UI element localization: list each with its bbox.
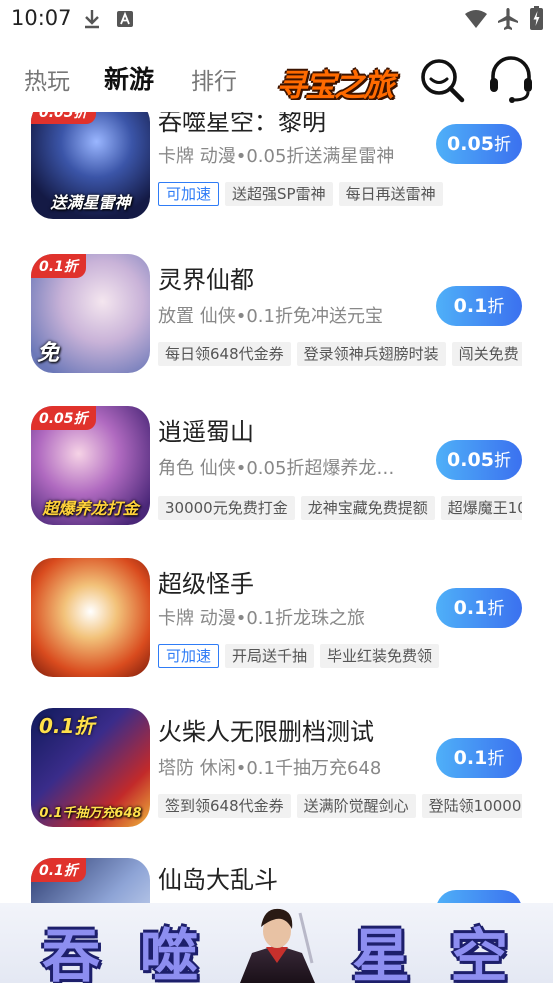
- game-title[interactable]: 仙岛大乱斗: [158, 860, 278, 895]
- discount-button[interactable]: 0.1折: [436, 738, 522, 778]
- discount-button[interactable]: 0.05折: [436, 440, 522, 480]
- discount-value: 0.1: [453, 747, 488, 769]
- battery-charging-icon: [530, 6, 543, 30]
- discount-value: 0.05: [447, 449, 494, 471]
- game-tag: 签到领648代金券: [158, 794, 291, 818]
- game-tag: 每日再送雷神: [338, 182, 443, 206]
- game-description: 卡牌 动漫•0.1折龙珠之旅: [158, 608, 365, 629]
- top-nav: 热玩 新游 排行 寻宝之旅: [0, 44, 553, 112]
- new-games-list[interactable]: 0.05折 送满星雷神 吞噬星空：黎明 卡牌 动漫•0.05折送满星雷神 可加速…: [0, 112, 553, 903]
- banner-char: 噬: [140, 922, 199, 983]
- discount-value: 0.1: [453, 597, 488, 619]
- discount-button[interactable]: 0.05折: [436, 124, 522, 164]
- discount-button[interactable]: 0.1折: [436, 286, 522, 326]
- game-tag: 登录领神兵翅膀时装: [296, 342, 446, 366]
- bottom-promo-banner[interactable]: 吞 噬 星 空: [0, 903, 553, 983]
- game-icon[interactable]: 0.05折 送满星雷神: [31, 112, 150, 219]
- game-tag: 闯关免费: [451, 342, 522, 366]
- status-bar: 10:07: [0, 0, 553, 38]
- tab-hot[interactable]: 热玩: [24, 62, 70, 96]
- game-title[interactable]: 超级怪手: [158, 564, 254, 599]
- game-title[interactable]: 吞噬星空：黎明: [158, 112, 326, 137]
- treasure-hunt-banner-text: 寻宝之旅: [276, 68, 394, 100]
- customer-service-headset-icon[interactable]: [488, 56, 534, 104]
- icon-caption: 0.1千抽万充648: [39, 806, 142, 821]
- game-tags: 可加速 送超强SP雷神 每日再送雷神: [158, 182, 522, 206]
- discount-unit: 折: [493, 451, 511, 471]
- game-description: 卡牌 动漫•0.05折送满星雷神: [158, 146, 395, 167]
- icon-caption: 免: [37, 341, 60, 366]
- game-list-item[interactable]: 0.1折 仙岛大乱斗: [0, 858, 553, 903]
- icon-discount-tag: 0.05折: [31, 406, 96, 430]
- game-icon[interactable]: 0.1折: [31, 858, 150, 903]
- game-description: 塔防 休闲•0.1千抽万充648: [158, 758, 382, 779]
- search-icon[interactable]: [418, 56, 466, 104]
- game-title[interactable]: 灵界仙都: [158, 260, 254, 295]
- game-tags: 签到领648代金券送满阶觉醒剑心登陆领10000元: [158, 794, 522, 818]
- app-notification-icon: [117, 11, 133, 27]
- icon-discount-tag: 0.1折: [31, 254, 86, 278]
- game-tag: 开局送千抽: [225, 644, 315, 668]
- game-icon[interactable]: [31, 558, 150, 677]
- banner-char: 星: [352, 922, 411, 983]
- game-description: 放置 仙侠•0.1折免冲送元宝: [158, 306, 383, 327]
- game-tag: 30000元免费打金: [158, 496, 295, 520]
- game-tag: 龙神宝藏免费提额: [300, 496, 435, 520]
- game-tag: 每日领648代金券: [158, 342, 291, 366]
- discount-button[interactable]: 0.1折: [436, 588, 522, 628]
- airplane-mode-icon: [498, 8, 518, 30]
- discount-button[interactable]: [436, 890, 522, 903]
- app-screen: 10:07 热玩 新游 排行 寻宝之旅 0.05折 送满星雷神 吞噬星空：黎明 …: [0, 0, 553, 983]
- discount-unit: 折: [487, 749, 505, 769]
- banner-hero-character-image: [240, 908, 315, 983]
- download-icon: [85, 10, 99, 29]
- game-icon[interactable]: 0.1折 免: [31, 254, 150, 373]
- game-list-item[interactable]: 0.05折 超爆养龙打金 逍遥蜀山 角色 仙侠•0.05折超爆养龙打金 3000…: [0, 406, 553, 556]
- discount-unit: 折: [487, 599, 505, 619]
- discount-value: 0.1: [453, 295, 488, 317]
- game-title[interactable]: 火柴人无限删档测试: [158, 712, 374, 747]
- accelerate-tag: 可加速: [158, 182, 220, 206]
- game-list-item[interactable]: 0.05折 送满星雷神 吞噬星空：黎明 卡牌 动漫•0.05折送满星雷神 可加速…: [0, 112, 553, 250]
- banner-char: 空: [450, 922, 509, 983]
- tab-ranking[interactable]: 排行: [191, 62, 237, 96]
- icon-caption: 送满星雷神: [50, 193, 131, 212]
- game-tags: 30000元免费打金 龙神宝藏免费提额 超爆魔王10: [158, 496, 522, 520]
- game-list-item[interactable]: 超级怪手 卡牌 动漫•0.1折龙珠之旅 可加速 开局送千抽 毕业红装免费领 0.1折: [0, 558, 553, 708]
- game-icon[interactable]: 0.05折 超爆养龙打金: [31, 406, 150, 525]
- game-tag: 毕业红装免费领: [320, 644, 440, 668]
- treasure-hunt-banner-tab[interactable]: 寻宝之旅: [272, 58, 407, 100]
- icon-discount-tag: 0.1折: [31, 858, 86, 882]
- game-description: 角色 仙侠•0.05折超爆养龙打金: [158, 458, 408, 479]
- discount-value: 0.05: [447, 133, 494, 155]
- wifi-icon: [465, 10, 487, 28]
- game-tag: 超爆魔王10: [440, 496, 522, 520]
- game-list-item[interactable]: 0.1折 免 灵界仙都 放置 仙侠•0.1折免冲送元宝 每日领648代金券 登录领…: [0, 254, 553, 404]
- discount-unit: 折: [487, 297, 505, 317]
- game-list-item[interactable]: 0.1折 0.1千抽万充648 火柴人无限删档测试 塔防 休闲•0.1千抽万充6…: [0, 708, 553, 858]
- icon-discount-tag: 0.05折: [31, 112, 96, 124]
- icon-discount-tag: 0.1折: [39, 714, 95, 738]
- game-tag: 登陆领10000元: [421, 794, 522, 818]
- banner-char: 吞: [42, 922, 101, 983]
- tab-new-games[interactable]: 新游: [104, 60, 154, 96]
- status-time: 10:07: [11, 6, 72, 30]
- game-tag: 送超强SP雷神: [225, 182, 333, 206]
- game-tag: 送满阶觉醒剑心: [296, 794, 416, 818]
- game-title[interactable]: 逍遥蜀山: [158, 412, 254, 447]
- discount-unit: 折: [493, 135, 511, 155]
- accelerate-tag: 可加速: [158, 644, 220, 668]
- game-tags: 每日领648代金券 登录领神兵翅膀时装 闯关免费: [158, 342, 522, 366]
- icon-caption: 超爆养龙打金: [42, 499, 139, 518]
- game-icon[interactable]: 0.1折 0.1千抽万充648: [31, 708, 150, 827]
- game-tags: 可加速 开局送千抽 毕业红装免费领: [158, 644, 522, 668]
